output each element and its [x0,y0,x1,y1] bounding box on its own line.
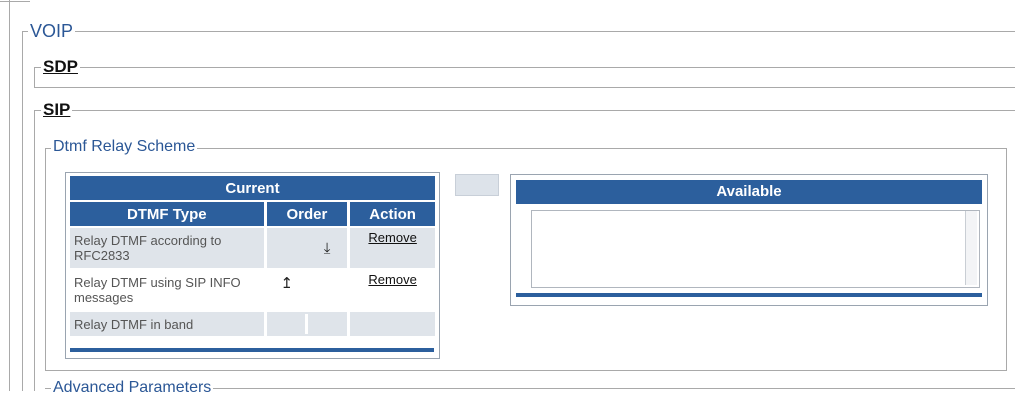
outer-left-border [9,0,10,391]
col-dtmf-type: DTMF Type [70,202,264,226]
dtmf-type-cell: Relay DTMF according to RFC2833 [70,228,264,268]
order-spacer [267,230,307,266]
sip-top-border [34,110,1015,111]
voip-top-border [22,31,1015,32]
sdp-top-border [34,67,1015,68]
dtmf-relay-label: Dtmf Relay Scheme [53,138,196,155]
available-table-footer-bar [516,293,982,297]
col-action: Action [350,202,435,226]
add-button[interactable] [455,174,499,196]
dtmf-bottom-border [45,370,1007,371]
remove-link[interactable]: Remove [368,272,416,287]
sdp-legend[interactable]: SDP [41,57,80,77]
order-spacer [307,272,347,308]
col-order: Order [266,202,348,226]
sip-left-border [34,110,35,391]
sdp-left-border [34,67,35,87]
sdp-bottom-border [34,87,1015,88]
order-cell [266,312,348,336]
dtmf-type-cell: Relay DTMF using SIP INFO messages [70,270,264,310]
current-table-footer-bar [70,348,434,352]
dtmf-left-border [45,148,46,371]
dtmf-type-cell: Relay DTMF in band [70,312,264,336]
action-cell: Remove [350,270,435,310]
available-list[interactable] [531,210,980,288]
outer-top-stub [0,1,30,2]
sip-legend[interactable]: SIP [41,100,73,120]
table-row: Relay DTMF according to RFC2833 ⤓ Remove [70,228,435,268]
dtmf-right-border [1006,148,1007,371]
advanced-parameters-label[interactable]: Advanced Parameters [53,379,211,396]
sdp-link[interactable]: SDP [43,57,78,76]
table-row: Relay DTMF using SIP INFO messages ↥ Rem… [70,270,435,310]
remove-link[interactable]: Remove [368,230,416,245]
order-cell: ⤓ [266,228,348,268]
voip-legend: VOIP [28,21,76,42]
current-title-row: Current [70,176,435,200]
order-cell: ↥ [266,270,348,310]
current-header-row: DTMF Type Order Action [70,202,435,226]
available-list-scrollbar[interactable] [965,211,977,285]
current-table: Current DTMF Type Order Action Relay DTM… [67,174,438,338]
move-down-icon[interactable]: ⤓ [320,240,334,257]
advanced-legend[interactable]: Advanced Parameters [51,379,214,397]
current-title: Current [70,176,435,200]
dtmf-legend: Dtmf Relay Scheme [51,138,198,156]
action-cell: Remove [350,228,435,268]
available-title: Available [516,180,982,204]
action-cell [350,312,435,336]
voip-label: VOIP [30,21,74,41]
voip-left-border [22,31,23,391]
move-up-icon[interactable]: ↥ [280,274,294,292]
sip-link[interactable]: SIP [43,100,70,119]
table-row: Relay DTMF in band [70,312,435,336]
